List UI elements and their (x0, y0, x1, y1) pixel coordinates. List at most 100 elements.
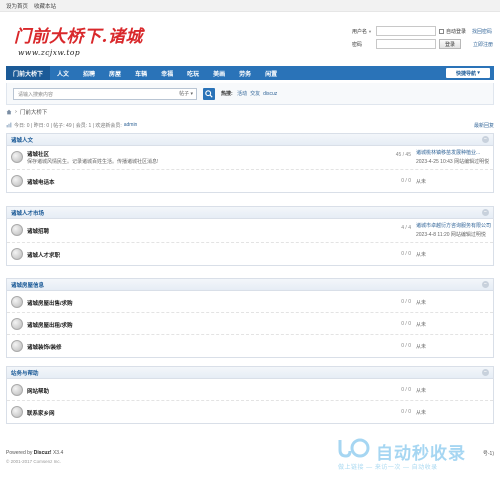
forum-status-icon (11, 248, 23, 260)
forum-status-icon (11, 384, 23, 396)
forum-status-icon (11, 224, 23, 236)
collapse-icon[interactable]: − (482, 209, 489, 216)
last-post-title-link[interactable]: 从未 (416, 251, 426, 258)
search-button[interactable] (203, 88, 215, 100)
main-nav: 门前大桥下 人文 招聘 房屋 车辆 幸福 吃玩 美画 劳务 闲置 快捷导航 ▾ (6, 66, 494, 80)
password-label: 密码 (352, 41, 363, 48)
site-logo[interactable]: 门前大桥下.诸城 www.zcjxw.top (14, 27, 143, 58)
forum-name-link[interactable]: 诸城房屋出售/求购 (27, 299, 73, 307)
username-input[interactable] (376, 26, 436, 36)
forum-name-link[interactable]: 联系家乡网 (27, 409, 55, 417)
category-header[interactable]: 诸城人文 − (7, 134, 493, 146)
last-post-title-link[interactable]: 从未 (416, 299, 426, 306)
forum-status-icon (11, 318, 23, 330)
nav-item[interactable]: 劳务 (232, 66, 258, 80)
forum-category: 诸城人文 − 诸城社区 保存诸城风情民生。记录诸城百姓生活。传播诸城社区消息! 45 /… (6, 133, 494, 193)
breadcrumb-current[interactable]: 门前大桥下 (20, 108, 48, 116)
newest-reply-link[interactable]: 最新回复 (474, 122, 494, 129)
watermark: 自动秒收录 做上链接 — 来访一次 — 自动收录 (330, 436, 490, 476)
forum-last-post: 从未 (416, 299, 426, 306)
logo-title: 门前大桥下.诸城 (14, 27, 143, 47)
nav-item[interactable]: 美画 (206, 66, 232, 80)
search-bar: 请输入搜索内容 帖子 ▾ 热搜: 活动 交友 discuz (6, 83, 494, 105)
hot-search-term[interactable]: 交友 (250, 91, 260, 97)
hot-search-label: 热搜: (221, 91, 233, 97)
collapse-icon[interactable]: − (482, 281, 489, 288)
last-post-title-link[interactable]: 从未 (416, 387, 426, 394)
forum-last-post: 诸城市卓越衍方咨询服务有限公司 2023-4-8 11:20 网站编辑过明悦 (416, 222, 491, 238)
search-placeholder: 请输入搜索内容 (18, 91, 54, 98)
quick-nav-button[interactable]: 快捷导航 ▾ (446, 68, 490, 78)
nav-item[interactable]: 人文 (50, 66, 76, 80)
forum-name-link[interactable]: 诸城招聘 (27, 227, 49, 235)
forum-description: 保存诸城风情民生。记录诸城百姓生活。传播诸城社区消息! (27, 159, 159, 165)
last-post-title-link[interactable]: 诸城市卓越衍方咨询服务有限公司 (416, 222, 491, 229)
forum-row: 诸城房屋出租/求购 0 / 0 从未 (7, 313, 493, 335)
forum-row: 诸城人才求职 0 / 0 从未 (7, 243, 493, 265)
set-home-link[interactable]: 设为首页 (6, 2, 28, 10)
last-post-title-link[interactable]: 从未 (416, 178, 426, 185)
nav-item[interactable]: 招聘 (76, 66, 102, 80)
category-title[interactable]: 诸城人文 (11, 136, 33, 144)
home-icon[interactable] (6, 109, 12, 115)
last-post-time: 2023-4-25 10:43 网站编辑过明悦 (416, 159, 490, 165)
category-title[interactable]: 诸城房屋信息 (11, 281, 44, 289)
forum-name-link[interactable]: 诸城社区 (27, 150, 49, 158)
forum-row: 联系家乡网 0 / 0 从未 (7, 401, 493, 423)
forum-name-link[interactable]: 诸城电话本 (27, 178, 55, 186)
collapse-icon[interactable]: − (482, 136, 489, 143)
forum-post-count: 0 / 0 (401, 387, 411, 393)
password-input[interactable] (376, 39, 436, 49)
nav-item[interactable]: 门前大桥下 (6, 66, 51, 80)
last-post-title-link[interactable]: 从未 (416, 409, 426, 416)
forum-post-count: 0 / 0 (401, 299, 411, 305)
forum-post-count: 0 / 0 (401, 178, 411, 184)
login-button[interactable]: 登录 (439, 39, 461, 49)
search-type-select[interactable]: 帖子 ▾ (179, 90, 193, 97)
forum-last-post: 从未 (416, 387, 426, 394)
category-header[interactable]: 诸城房屋信息 − (7, 279, 493, 291)
forum-last-post: 从未 (416, 251, 426, 258)
auto-login-checkbox[interactable] (439, 28, 444, 34)
category-title[interactable]: 站务与帮助 (11, 369, 39, 377)
nav-item[interactable]: 吃玩 (180, 66, 206, 80)
forum-name-link[interactable]: 网站帮助 (27, 387, 49, 395)
username-label: 用户名▼ (352, 28, 372, 35)
stats-text: 今日: 0 | 昨日: 0 | 帖子: 49 | 会员: 1 | 欢迎新会员: (14, 122, 122, 129)
register-link[interactable]: 立即注册 (473, 41, 493, 48)
last-post-title-link[interactable]: 从未 (416, 343, 426, 350)
breadcrumb: › 门前大桥下 (6, 107, 47, 117)
nav-item[interactable]: 房屋 (102, 66, 128, 80)
last-post-title-link[interactable]: 诸城桃林镇移苗发展种植业... (416, 149, 489, 156)
copyright: © 2001-2017 Comsenz Inc. (6, 459, 61, 464)
stats-icon (6, 122, 12, 128)
forum-stats: 今日: 0 | 昨日: 0 | 帖子: 49 | 会员: 1 | 欢迎新会员: … (6, 120, 494, 130)
forum-post-count: 0 / 0 (401, 251, 411, 257)
category-title[interactable]: 诸城人才市场 (11, 209, 44, 217)
hot-search-term[interactable]: 活动 (237, 91, 247, 97)
forum-post-count: 45 / 45 (395, 152, 411, 158)
discuz-link[interactable]: Discuz! (34, 450, 52, 456)
forum-post-count: 0 / 0 (401, 321, 411, 327)
forum-row: 网站帮助 0 / 0 从未 (7, 379, 493, 401)
nav-item[interactable]: 幸福 (154, 66, 180, 80)
powered-by: Powered by Discuz! X3.4 (6, 450, 64, 456)
forum-name-link[interactable]: 诸城装饰/装修 (27, 343, 62, 351)
forum-last-post: 从未 (416, 321, 426, 328)
nav-item[interactable]: 车辆 (128, 66, 154, 80)
forum-name-link[interactable]: 诸城人才求职 (27, 251, 60, 259)
forum-status-icon (11, 406, 23, 418)
forum-name-link[interactable]: 诸城房屋出租/求购 (27, 321, 73, 329)
nav-item[interactable]: 闲置 (258, 66, 284, 80)
category-header[interactable]: 站务与帮助 − (7, 367, 493, 379)
watermark-sub-text: 做上链接 — 来访一次 — 自动收录 (338, 465, 438, 471)
last-post-title-link[interactable]: 从未 (416, 321, 426, 328)
category-header[interactable]: 诸城人才市场 − (7, 207, 493, 219)
hot-search-term[interactable]: discuz (263, 91, 277, 97)
hot-search: 热搜: 活动 交友 discuz (221, 90, 277, 97)
new-member-link[interactable]: admin (124, 122, 138, 128)
forgot-password-link[interactable]: 找回密码 (472, 28, 492, 35)
search-input[interactable]: 请输入搜索内容 帖子 ▾ (13, 88, 197, 100)
collapse-icon[interactable]: − (482, 369, 489, 376)
bookmark-link[interactable]: 收藏本站 (34, 2, 56, 10)
